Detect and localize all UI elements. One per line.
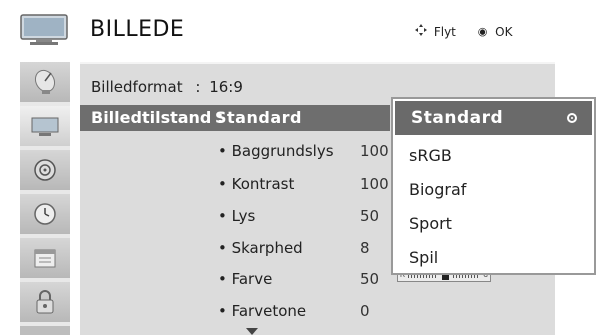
setting-backlight-label[interactable]: • Baggrundslys — [218, 142, 334, 160]
dropdown-option-srgb[interactable]: sRGB — [409, 146, 452, 165]
scroll-down-arrow-icon[interactable] — [246, 328, 258, 335]
page-title: BILLEDE — [90, 17, 185, 42]
picture-mode-value: Standard — [215, 108, 302, 127]
sidebar-item-picture[interactable] — [20, 106, 70, 150]
setting-color-label[interactable]: • Farve — [218, 270, 272, 288]
picture-mode-row[interactable]: Billedtilstand : Standard — [80, 105, 390, 131]
setting-color-value: 50 — [360, 270, 380, 288]
sidebar-item-time[interactable] — [20, 194, 70, 238]
sidebar-item-lock[interactable] — [20, 282, 70, 326]
hint-ok-label: OK — [495, 24, 513, 39]
key-hints: Flyt ◉ OK — [415, 24, 512, 39]
dropdown-selected-label: Standard — [411, 108, 504, 128]
dropdown-option-biograf[interactable]: Biograf — [409, 180, 466, 199]
aspect-ratio-row[interactable]: Billedformat : 16:9 — [91, 78, 243, 96]
picture-mode-dropdown[interactable]: Standard sRGB Biograf Sport Spil — [391, 97, 596, 275]
ok-button-icon: ◉ — [477, 25, 488, 38]
speaker-audio-icon — [34, 159, 56, 181]
setting-sharpness-label[interactable]: • Skarphed — [218, 239, 303, 257]
setting-sharpness-value: 8 — [360, 239, 370, 257]
divider — [80, 62, 555, 64]
move-arrows-icon — [415, 24, 430, 39]
setting-brightness-value: 50 — [360, 207, 380, 225]
picture-mode-label: Billedtilstand : — [91, 108, 224, 127]
satellite-dish-icon — [34, 69, 56, 94]
dropdown-option-selected[interactable]: Standard — [395, 101, 592, 135]
sidebar-item-option[interactable] — [20, 238, 70, 282]
setting-brightness-label[interactable]: • Lys — [218, 207, 255, 225]
setting-contrast-value: 100 — [360, 175, 389, 193]
lock-icon — [36, 290, 54, 314]
aspect-ratio-value: 16:9 — [209, 78, 243, 96]
aspect-ratio-separator: : — [195, 78, 201, 96]
dropdown-option-spil[interactable]: Spil — [409, 248, 438, 267]
calendar-option-icon — [34, 249, 56, 268]
radio-selected-icon — [567, 113, 577, 123]
aspect-ratio-label: Billedformat — [91, 78, 183, 96]
setting-tint-label[interactable]: • Farvetone — [218, 302, 306, 320]
setting-contrast-label[interactable]: • Kontrast — [218, 175, 294, 193]
sidebar-item-channel[interactable] — [20, 62, 70, 106]
tv-picture-icon — [20, 14, 68, 45]
hint-move-label: Flyt — [433, 24, 456, 39]
dropdown-option-sport[interactable]: Sport — [409, 214, 452, 233]
menu-header: BILLEDE Flyt ◉ OK — [0, 0, 596, 56]
setting-backlight-value: 100 — [360, 142, 389, 160]
category-sidebar — [20, 62, 70, 335]
clock-time-icon — [34, 203, 56, 225]
sidebar-item-audio[interactable] — [20, 150, 70, 194]
setting-tint-value: 0 — [360, 302, 370, 320]
tv-picture-icon — [31, 117, 59, 136]
